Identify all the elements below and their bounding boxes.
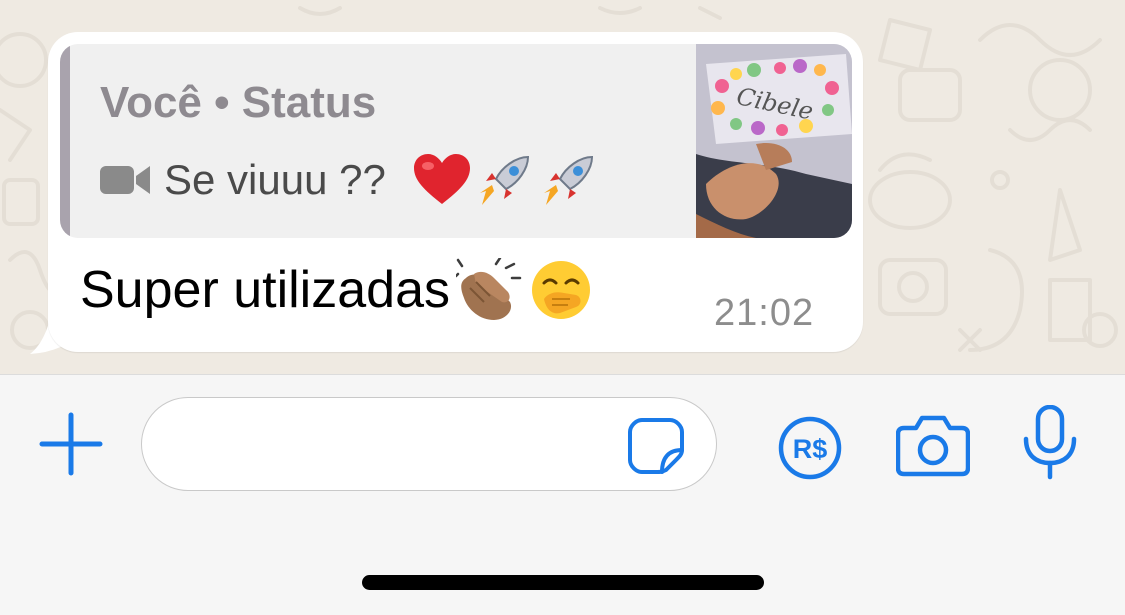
sticker-icon[interactable] xyxy=(626,416,686,476)
message-timestamp: 21:02 xyxy=(714,292,815,334)
payment-button[interactable]: R$ xyxy=(776,414,844,482)
message-bubble[interactable]: Você • Status Se viuuu ?? Cibele Super u… xyxy=(48,32,863,352)
quote-accent-bar xyxy=(60,44,70,238)
chat-area[interactable]: Você • Status Se viuuu ?? Cibele Super u… xyxy=(0,0,1125,374)
quote-caption: Se viuuu ?? xyxy=(164,156,386,203)
microphone-icon[interactable] xyxy=(1020,405,1080,481)
video-icon xyxy=(100,166,150,194)
message-body: Super utilizadas xyxy=(80,261,450,319)
payment-icon: R$ xyxy=(778,416,842,480)
plus-icon[interactable] xyxy=(36,409,106,479)
hand-over-mouth-emoji-icon xyxy=(532,261,590,319)
home-indicator[interactable] xyxy=(362,575,764,590)
message-emojis xyxy=(456,258,592,322)
quote-content: Se viuuu ?? xyxy=(100,152,598,208)
quote-emojis xyxy=(413,151,598,209)
quote-author: Você • Status xyxy=(100,78,377,127)
status-reply-quote[interactable]: Você • Status Se viuuu ?? Cibele xyxy=(60,44,852,238)
rocket-emoji-icon xyxy=(543,155,593,205)
camera-icon[interactable] xyxy=(896,414,970,478)
chat-screen: Você • Status Se viuuu ?? Cibele Super u… xyxy=(0,0,1125,615)
message-text: Super utilizadas xyxy=(80,258,592,322)
payment-label: R$ xyxy=(793,434,828,464)
status-video-thumbnail[interactable]: Cibele xyxy=(696,44,852,238)
clapping-hands-emoji-icon xyxy=(456,258,522,320)
rocket-emoji-icon xyxy=(479,155,529,205)
message-input-field[interactable] xyxy=(141,397,717,491)
heart-emoji-icon xyxy=(413,154,470,204)
message-input[interactable] xyxy=(172,416,616,474)
